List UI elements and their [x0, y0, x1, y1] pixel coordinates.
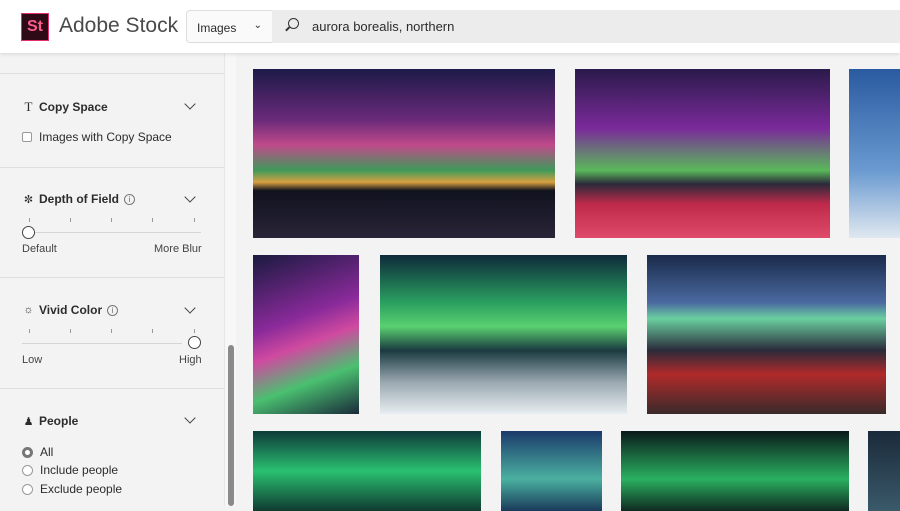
aperture-icon: ✼: [23, 193, 34, 206]
section-title: Copy Space: [39, 100, 108, 114]
tick: [152, 218, 153, 222]
slider-max-label: High: [179, 354, 202, 366]
radio[interactable]: [22, 483, 33, 495]
option-label: Include people: [40, 463, 119, 477]
result-image[interactable]: [621, 431, 849, 511]
tick: [194, 329, 195, 333]
option-label: Images with Copy Space: [39, 130, 172, 144]
vivid-color-header[interactable]: ☼ Vivid Color i: [23, 303, 119, 317]
asset-type-value: Images: [197, 21, 237, 35]
people-radio-all[interactable]: All: [22, 445, 53, 459]
result-image[interactable]: [253, 255, 359, 414]
result-image[interactable]: [647, 255, 886, 414]
result-image[interactable]: [849, 69, 900, 238]
slider-handle[interactable]: [22, 226, 35, 239]
depth-of-field-slider[interactable]: [28, 232, 201, 233]
section-title: Depth of Field: [39, 192, 119, 206]
divider: [0, 167, 224, 168]
divider: [0, 388, 224, 389]
filter-sidebar: [0, 53, 224, 506]
info-icon[interactable]: i: [124, 193, 135, 205]
copy-space-header[interactable]: T Copy Space: [23, 99, 108, 115]
option-label: All: [40, 445, 54, 459]
slider-min-label: Default: [22, 243, 57, 255]
text-icon: T: [24, 99, 33, 114]
info-icon[interactable]: i: [107, 304, 119, 316]
adobe-stock-logo[interactable]: St: [21, 13, 49, 41]
brand-name[interactable]: Adobe Stock: [59, 14, 178, 38]
result-image[interactable]: [253, 431, 481, 511]
slider-handle[interactable]: [188, 336, 201, 349]
search-icon: [288, 18, 299, 29]
people-radio-exclude[interactable]: Exclude people: [22, 482, 122, 496]
divider: [0, 277, 224, 278]
tick: [70, 218, 71, 222]
option-label: Exclude people: [40, 482, 123, 496]
search-value: aurora borealis, northern: [312, 19, 455, 34]
vivid-color-slider[interactable]: [22, 343, 182, 344]
asset-type-select[interactable]: Images ⌄: [186, 10, 272, 43]
people-icon: ♟: [23, 415, 34, 428]
result-image[interactable]: [868, 431, 900, 511]
section-title: People: [39, 414, 79, 428]
result-image[interactable]: [380, 255, 627, 414]
slider-max-label: More Blur: [154, 243, 202, 255]
copy-space-checkbox[interactable]: Images with Copy Space: [22, 130, 172, 144]
scrollbar-thumb[interactable]: [228, 345, 234, 506]
tick: [111, 329, 112, 333]
chevron-down-icon: ⌄: [253, 20, 262, 31]
result-image[interactable]: [253, 69, 555, 238]
result-image[interactable]: [575, 69, 830, 238]
header: St Adobe Stock Images ⌄ aurora borealis, …: [0, 0, 900, 53]
tick: [152, 329, 153, 333]
tick: [29, 329, 30, 333]
radio[interactable]: [22, 464, 33, 476]
search-input[interactable]: aurora borealis, northern: [272, 10, 900, 43]
tick: [29, 218, 30, 222]
section-title: Vivid Color: [39, 303, 103, 317]
result-image[interactable]: [501, 431, 602, 511]
slider-min-label: Low: [22, 354, 43, 366]
sun-icon: ☼: [23, 304, 34, 316]
tick: [194, 218, 195, 222]
divider: [0, 73, 224, 74]
people-header[interactable]: ♟ People: [23, 414, 79, 428]
people-radio-include[interactable]: Include people: [22, 463, 118, 477]
depth-of-field-header[interactable]: ✼ Depth of Field i: [23, 192, 135, 206]
radio[interactable]: [22, 446, 33, 458]
tick: [111, 218, 112, 222]
checkbox[interactable]: [22, 132, 32, 142]
tick: [70, 329, 71, 333]
